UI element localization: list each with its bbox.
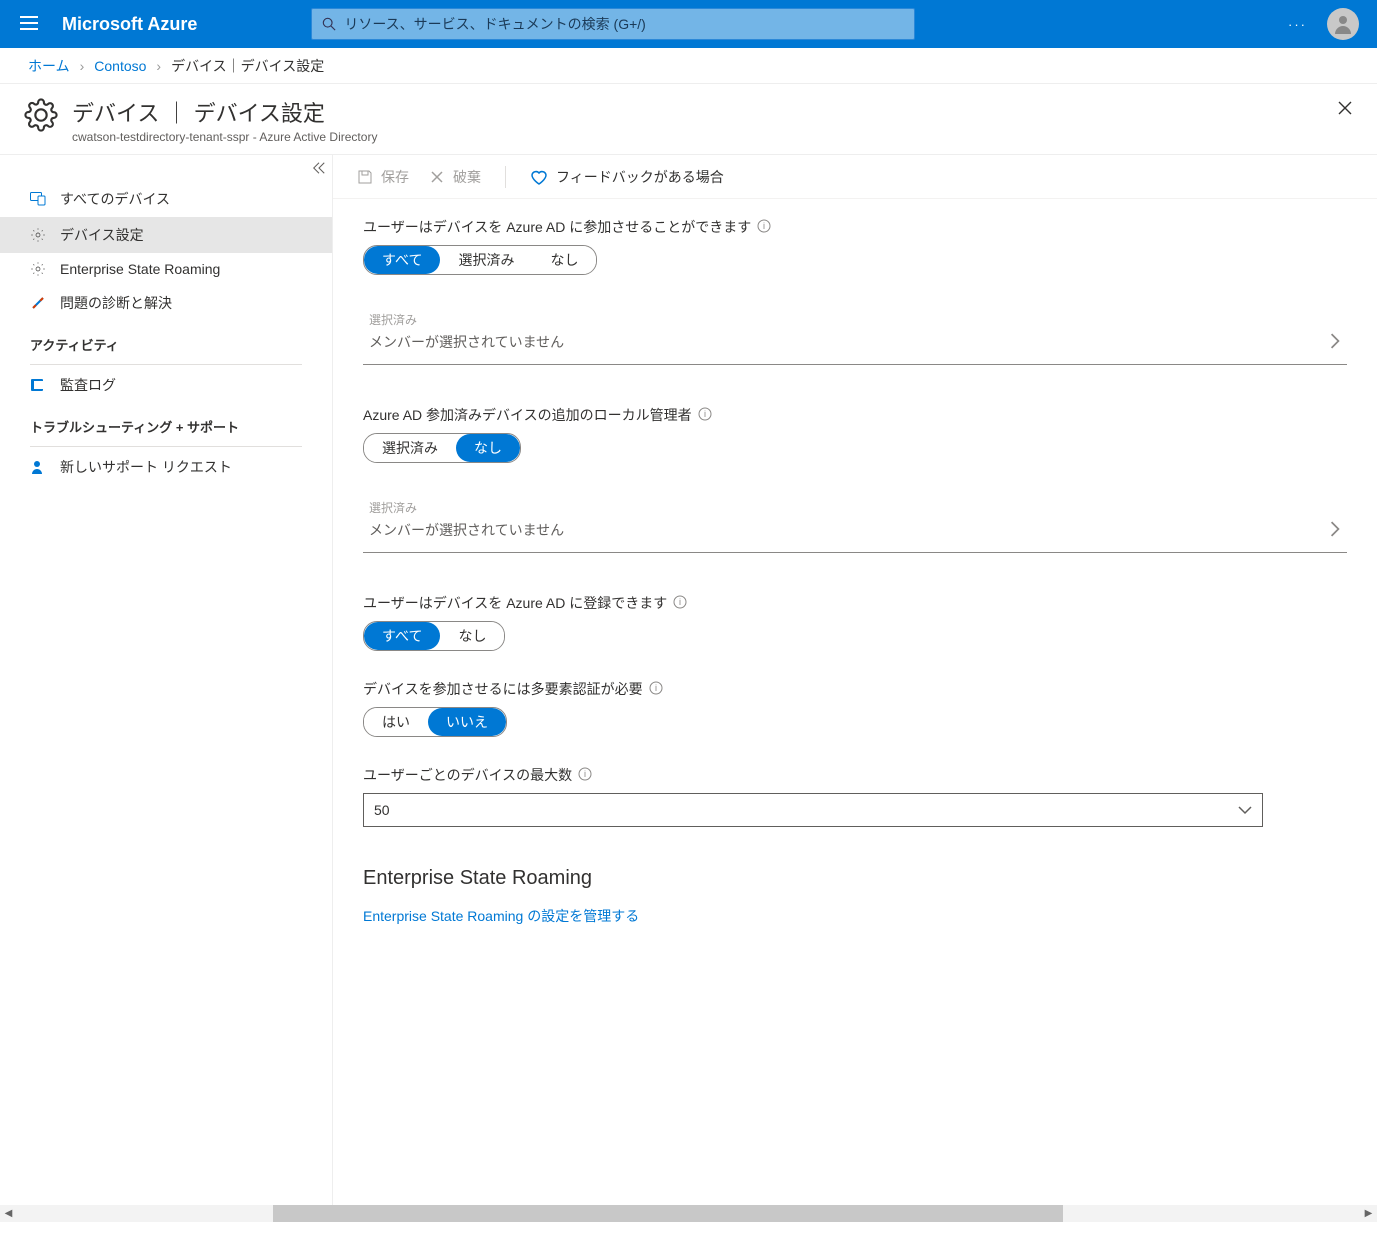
admins-option-selected[interactable]: 選択済み [364,434,456,462]
esr-heading: Enterprise State Roaming [363,867,1347,890]
discard-icon [429,169,445,185]
chevron-right-icon [1329,333,1347,352]
esr-manage-link[interactable]: Enterprise State Roaming の設定を管理する [363,908,639,924]
setting-max-label: ユーザーごとのデバイスの最大数 [363,765,572,785]
person-icon [1331,12,1355,36]
gear-icon [30,227,46,243]
breadcrumb-home[interactable]: ホーム [28,56,70,76]
feedback-button[interactable]: フィードバックがある場合 [520,167,734,187]
search-icon [322,17,336,31]
breadcrumb-contoso[interactable]: Contoso [94,58,146,74]
sidebar-item-label: 問題の診断と解決 [60,293,172,313]
sidebar-item-label: Enterprise State Roaming [60,261,220,277]
max-devices-dropdown[interactable]: 50 [363,793,1263,827]
devices-icon [30,192,46,206]
save-button[interactable]: 保存 [347,167,419,187]
wrench-icon [30,295,46,311]
info-icon[interactable]: i [673,595,687,612]
support-person-icon [30,459,46,475]
register-option-all[interactable]: すべて [364,622,440,650]
menu-button[interactable] [8,16,50,33]
gear-icon [30,261,46,277]
svg-text:i: i [763,221,765,231]
sidebar-item-label: デバイス設定 [60,225,144,245]
discard-label: 破棄 [453,167,481,187]
scrollbar-track[interactable] [17,1205,1360,1222]
setting-admins-label: Azure AD 参加済みデバイスの追加のローカル管理者 [363,405,692,425]
search-box[interactable]: リソース、サービス、ドキュメントの検索 (G+/) [311,8,915,40]
mfa-toggle[interactable]: はい いいえ [363,707,507,737]
sidebar-item-label: 監査ログ [60,375,116,395]
collapse-sidebar-button[interactable] [312,161,326,178]
sidebar-item-label: 新しいサポート リクエスト [60,457,232,477]
admins-option-none[interactable]: なし [456,434,520,462]
member-picker-value: メンバーが選択されていません [369,332,1329,352]
heart-icon [530,169,548,185]
mfa-option-yes[interactable]: はい [364,708,428,736]
close-icon [1337,100,1353,116]
info-icon[interactable]: i [757,219,771,236]
chevron-double-left-icon [312,161,326,175]
info-icon[interactable]: i [649,681,663,698]
svg-text:i: i [679,597,681,607]
sidebar-section-support: トラブルシューティング + サポート [0,403,332,442]
info-icon[interactable]: i [578,767,592,784]
svg-text:i: i [584,769,586,779]
join-option-all[interactable]: すべて [364,246,440,274]
topbar-more-button[interactable]: ··· [1278,17,1317,32]
close-button[interactable] [1333,96,1357,123]
sidebar-section-activity: アクティビティ [0,321,332,360]
chevron-down-icon [1238,805,1252,815]
sidebar-item-device-settings[interactable]: デバイス設定 [0,217,332,253]
register-toggle[interactable]: すべて なし [363,621,505,651]
svg-text:i: i [655,683,657,693]
page-subtitle: cwatson-testdirectory-tenant-sspr - Azur… [72,130,377,144]
sidebar-item-diagnose[interactable]: 問題の診断と解決 [0,285,332,321]
brand: Microsoft Azure [50,14,225,35]
info-icon[interactable]: i [698,407,712,424]
mfa-option-no[interactable]: いいえ [428,708,506,736]
breadcrumb: ホーム › Contoso › デバイス｜デバイス設定 [0,48,1377,84]
register-option-none[interactable]: なし [440,622,504,650]
discard-button[interactable]: 破棄 [419,167,491,187]
save-icon [357,169,373,185]
feedback-label: フィードバックがある場合 [556,167,724,187]
setting-register-label: ユーザーはデバイスを Azure AD に登録できます [363,593,667,613]
sidebar-item-label: すべてのデバイス [60,189,170,209]
sidebar-item-all-devices[interactable]: すべてのデバイス [0,181,332,217]
scroll-left-arrow[interactable]: ◀ [0,1205,17,1222]
scrollbar-thumb[interactable] [273,1205,1063,1222]
join-member-picker[interactable]: 選択済み メンバーが選択されていません [363,305,1347,365]
setting-join-label: ユーザーはデバイスを Azure AD に参加させることができます [363,217,751,237]
gear-icon [24,98,58,135]
dropdown-value: 50 [374,802,1238,818]
member-picker-value: メンバーが選択されていません [369,520,1329,540]
sidebar-item-audit-logs[interactable]: 監査ログ [0,367,332,403]
join-option-selected[interactable]: 選択済み [440,246,532,274]
hamburger-icon [20,16,38,30]
admins-member-picker[interactable]: 選択済み メンバーが選択されていません [363,493,1347,553]
member-picker-label: 選択済み [369,311,1329,328]
book-icon [30,378,46,392]
sidebar-item-esr[interactable]: Enterprise State Roaming [0,253,332,285]
member-picker-label: 選択済み [369,499,1329,516]
save-label: 保存 [381,167,409,187]
admins-toggle[interactable]: 選択済み なし [363,433,521,463]
horizontal-scrollbar[interactable]: ◀ ▶ [0,1205,1377,1222]
sidebar-item-new-support-request[interactable]: 新しいサポート リクエスト [0,449,332,485]
scroll-right-arrow[interactable]: ▶ [1360,1205,1377,1222]
svg-text:i: i [704,409,706,419]
page-title: デバイス ｜ デバイス設定 [72,96,377,128]
chevron-right-icon [1329,521,1347,540]
avatar[interactable] [1327,8,1359,40]
breadcrumb-current: デバイス｜デバイス設定 [171,56,324,76]
join-option-none[interactable]: なし [532,246,596,274]
setting-mfa-label: デバイスを参加させるには多要素認証が必要 [363,679,643,699]
join-toggle[interactable]: すべて 選択済み なし [363,245,597,275]
search-placeholder: リソース、サービス、ドキュメントの検索 (G+/) [344,14,645,34]
